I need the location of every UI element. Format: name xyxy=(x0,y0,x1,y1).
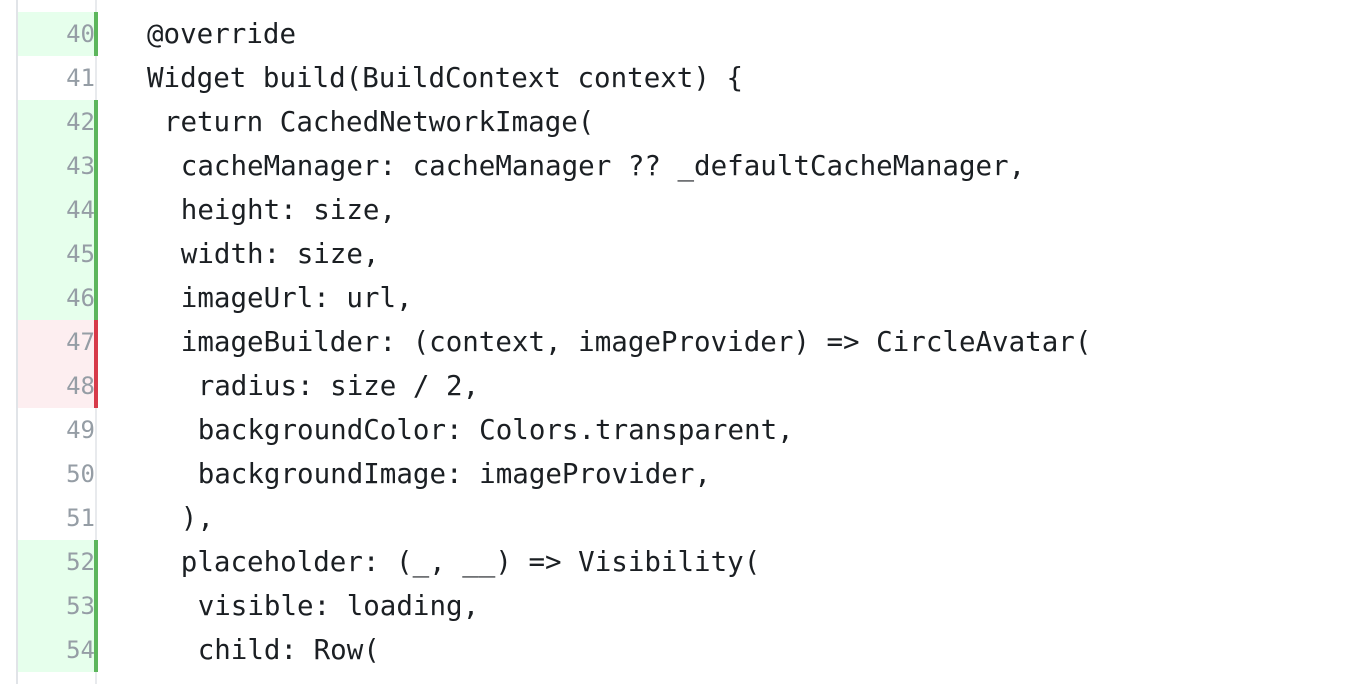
code-text: visible: loading, xyxy=(197,590,480,622)
line-number-text: 52 xyxy=(66,548,95,576)
added-change-marker xyxy=(94,584,98,628)
code-text: radius: size / 2, xyxy=(197,370,480,402)
code-text: placeholder: (_, __) => Visibility( xyxy=(180,546,761,578)
line-number[interactable]: 44 xyxy=(18,188,95,232)
code-text: @override xyxy=(147,18,297,50)
line-number[interactable]: 45 xyxy=(18,232,95,276)
code-text: height: size, xyxy=(180,194,397,226)
line-number-text: 51 xyxy=(66,504,95,532)
line-number[interactable]: 41 xyxy=(18,56,95,100)
code-line: 54 child: Row( xyxy=(0,628,1372,672)
code-line: 48 radius: size / 2, xyxy=(0,364,1372,408)
line-number[interactable]: 49 xyxy=(18,408,95,452)
line-number-text: 43 xyxy=(66,152,95,180)
code-line: 47 imageBuilder: (context, imageProvider)… xyxy=(0,320,1372,364)
line-number-text: 49 xyxy=(66,416,95,444)
line-number-text: 40 xyxy=(66,20,95,48)
added-change-marker xyxy=(94,276,98,320)
line-number-text: 45 xyxy=(66,240,95,268)
added-change-marker xyxy=(94,12,98,56)
line-number[interactable]: 46 xyxy=(18,276,95,320)
line-number[interactable]: 50 xyxy=(18,452,95,496)
code-line: 43 cacheManager: cacheManager ?? _default… xyxy=(0,144,1372,188)
line-number[interactable]: 52 xyxy=(18,540,95,584)
line-number[interactable]: 43 xyxy=(18,144,95,188)
added-change-marker xyxy=(94,188,98,232)
line-number[interactable]: 48 xyxy=(18,364,95,408)
code-line: 51), xyxy=(0,496,1372,540)
added-change-marker xyxy=(94,232,98,276)
none-change-marker xyxy=(94,408,98,452)
removed-change-marker xyxy=(94,320,98,364)
code-text: width: size, xyxy=(180,238,380,270)
line-number[interactable]: 54 xyxy=(18,628,95,672)
line-number-text: 42 xyxy=(66,108,95,136)
added-change-marker xyxy=(94,628,98,672)
none-change-marker xyxy=(94,452,98,496)
added-change-marker xyxy=(94,100,98,144)
code-text: Widget build(BuildContext context) { xyxy=(147,62,744,94)
line-number-text: 53 xyxy=(66,592,95,620)
code-diff-viewer: 40 @override 41 Widget build(BuildContext c… xyxy=(0,12,1372,672)
line-number[interactable]: 51 xyxy=(18,496,95,540)
code-line: 42 return CachedNetworkImage( xyxy=(0,100,1372,144)
code-line: 45 width: size, xyxy=(0,232,1372,276)
code-line: 49 backgroundColor: Colors.transparent, xyxy=(0,408,1372,452)
code-line: 41 Widget build(BuildContext context) { xyxy=(0,56,1372,100)
code-line: 53 visible: loading, xyxy=(0,584,1372,628)
code-line: 40 @override xyxy=(0,12,1372,56)
code-text: backgroundColor: Colors.transparent, xyxy=(197,414,794,446)
line-number[interactable]: 42 xyxy=(18,100,95,144)
none-change-marker xyxy=(94,496,98,540)
line-number-text: 44 xyxy=(66,196,95,224)
line-number-text: 41 xyxy=(66,64,95,92)
added-change-marker xyxy=(94,540,98,584)
line-number[interactable]: 47 xyxy=(18,320,95,364)
code-text: imageUrl: url, xyxy=(180,282,413,314)
code-text: return CachedNetworkImage( xyxy=(163,106,595,138)
code-line: 50 backgroundImage: imageProvider, xyxy=(0,452,1372,496)
code-text: child: Row( xyxy=(197,634,380,666)
code-text: ), xyxy=(180,502,214,534)
line-number-text: 54 xyxy=(66,636,95,664)
none-change-marker xyxy=(94,56,98,100)
code-line: 44 height: size, xyxy=(0,188,1372,232)
line-number-text: 50 xyxy=(66,460,95,488)
line-number-text: 46 xyxy=(66,284,95,312)
code-line: 46 imageUrl: url, xyxy=(0,276,1372,320)
code-line: 52 placeholder: (_, __) => Visibility( xyxy=(0,540,1372,584)
added-change-marker xyxy=(94,144,98,188)
line-number[interactable]: 53 xyxy=(18,584,95,628)
removed-change-marker xyxy=(94,364,98,408)
code-text: imageBuilder: (context, imageProvider) =… xyxy=(180,326,1092,358)
line-number-text: 47 xyxy=(66,328,95,356)
code-text: cacheManager: cacheManager ?? _defaultCa… xyxy=(180,150,1026,182)
line-number[interactable]: 40 xyxy=(18,12,95,56)
code-text: backgroundImage: imageProvider, xyxy=(197,458,711,490)
line-number-text: 48 xyxy=(66,372,95,400)
